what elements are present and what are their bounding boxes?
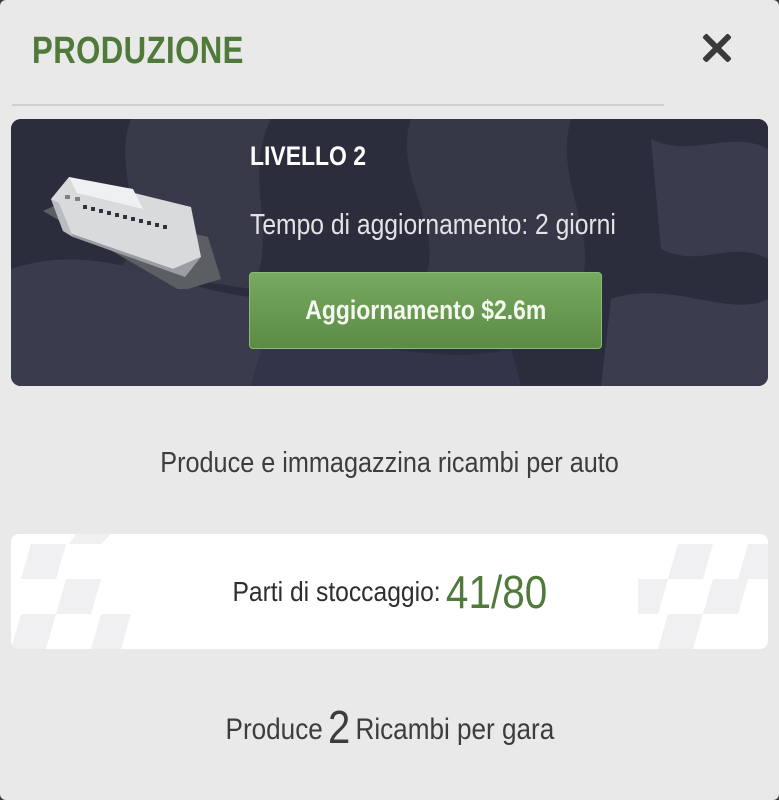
storage-label: Parti di stoccaggio: xyxy=(232,575,441,607)
factory-building-icon xyxy=(43,177,221,289)
storage-value: 41/80 xyxy=(445,565,547,618)
upgrade-button-label: Aggiornamento $2.6m xyxy=(304,295,547,325)
description-text: Produce e immagazzina ricambi per auto xyxy=(160,447,619,479)
building-description: Produce e immagazzina ricambi per auto xyxy=(0,447,779,480)
level-label: LIVELLO 2 xyxy=(250,141,367,171)
per-race-count: 2 xyxy=(327,701,350,753)
header-divider xyxy=(12,104,664,106)
per-race-prefix: Produce xyxy=(225,713,323,746)
upgrade-time-text: Tempo di aggiornamento: 2 giorni xyxy=(250,209,616,241)
production-dialog: PRODUZIONE LIVELLO 2 Tempo di aggiorname… xyxy=(0,0,779,800)
storage-card: Parti di stoccaggio: 41/80 xyxy=(11,534,768,649)
parts-per-race: Produce 2 Ricambi per gara xyxy=(0,700,779,754)
per-race-suffix: Ricambi per gara xyxy=(355,713,554,746)
storage-row: Parti di stoccaggio: 41/80 xyxy=(11,534,768,649)
dialog-title: PRODUZIONE xyxy=(32,30,244,72)
close-icon[interactable] xyxy=(694,26,738,70)
level-card: LIVELLO 2 Tempo di aggiornamento: 2 gior… xyxy=(11,119,768,386)
upgrade-button[interactable]: Aggiornamento $2.6m xyxy=(249,272,602,349)
